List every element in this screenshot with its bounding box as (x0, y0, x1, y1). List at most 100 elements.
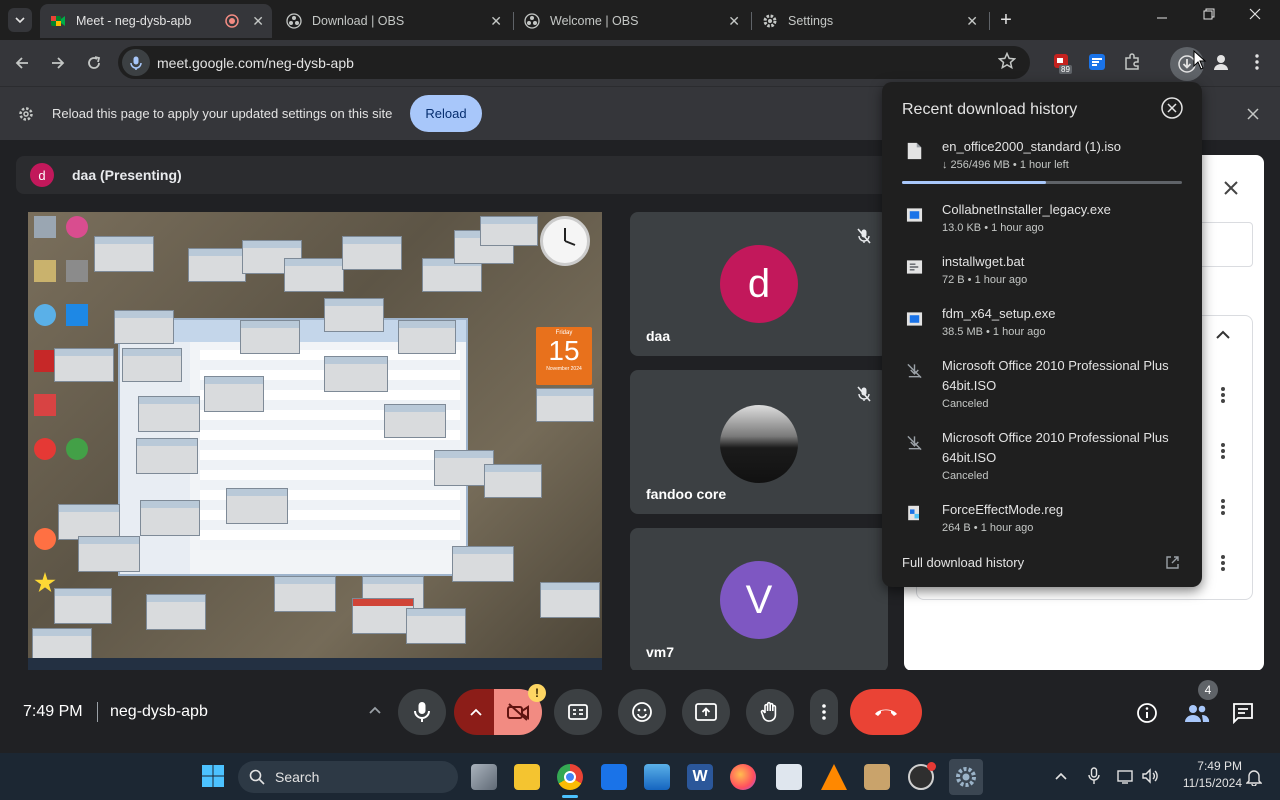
firefox-icon[interactable] (730, 764, 756, 790)
warning-icon: ! (535, 686, 539, 700)
infant-window (540, 582, 600, 618)
infant-window (146, 594, 206, 630)
presenting-label: daa (Presenting) (72, 167, 182, 183)
download-item[interactable]: Microsoft Office 2010 Professional Plus … (882, 428, 1202, 492)
reload-button[interactable]: Reload (410, 95, 482, 132)
tab-settings[interactable]: Settings ✕ (752, 4, 986, 38)
remote-desktop-icon[interactable] (776, 764, 802, 790)
captions-button[interactable] (554, 689, 602, 735)
download-status: Canceled (942, 398, 989, 410)
more-vertical-icon (1255, 54, 1259, 70)
file-icon (907, 142, 922, 160)
raise-hand-button[interactable] (746, 689, 794, 735)
reactions-button[interactable] (618, 689, 666, 735)
calendar-footer: November 2024 (546, 366, 582, 372)
microphone-icon[interactable] (1088, 767, 1100, 785)
participant-name: daa (646, 328, 671, 344)
download-item[interactable]: installwget.bat 72 B • 1 hour ago (882, 252, 1202, 296)
extension-button[interactable]: 89 (1052, 52, 1076, 76)
system-clock[interactable]: 7:49 PM 11/15/2024 (1172, 759, 1242, 795)
camera-warning-badge: ! (528, 684, 546, 702)
active-app-indicator (562, 795, 578, 798)
people-button[interactable] (1184, 702, 1210, 726)
volume-icon[interactable] (1141, 767, 1159, 785)
chat-button[interactable] (1232, 702, 1256, 726)
site-info-button[interactable] (122, 49, 150, 76)
network-icon[interactable] (1116, 767, 1134, 785)
download-item[interactable]: fdm_x64_setup.exe 38.5 MB • 1 hour ago (882, 304, 1202, 348)
close-infobar-button[interactable] (1244, 105, 1262, 123)
extension-button[interactable] (1087, 52, 1111, 76)
bookmark-button[interactable] (997, 51, 1020, 74)
task-view-icon[interactable] (471, 764, 497, 790)
download-filename: en_office2000_standard (1).iso (942, 139, 1121, 154)
close-panel-button[interactable] (1222, 179, 1242, 199)
remote-app-icon[interactable] (601, 764, 627, 790)
obs-icon (524, 13, 540, 29)
vlc-icon[interactable] (821, 764, 847, 790)
full-download-history-link[interactable]: Full download history (882, 550, 1202, 576)
video-options-button[interactable] (454, 689, 498, 735)
infant-window (274, 576, 336, 612)
start-button[interactable] (201, 764, 225, 788)
show-hidden-icons-button[interactable] (1054, 768, 1070, 784)
tab-welcome-obs[interactable]: Welcome | OBS ✕ (514, 4, 748, 38)
more-vertical-icon[interactable] (1220, 386, 1226, 404)
photos-icon[interactable] (644, 764, 670, 790)
close-tab-icon[interactable]: ✕ (252, 13, 264, 30)
forward-button[interactable] (45, 50, 71, 76)
download-status: 13.0 KB • 1 hour ago (942, 222, 1044, 234)
close-window-button[interactable] (1243, 5, 1267, 25)
taskbar-search[interactable]: Search (238, 761, 458, 793)
back-button[interactable] (9, 50, 35, 76)
minimize-button[interactable] (1150, 8, 1174, 28)
profile-button[interactable] (1211, 52, 1235, 76)
audio-options-button[interactable] (368, 702, 392, 726)
file-explorer-icon[interactable] (514, 764, 540, 790)
meeting-details-button[interactable] (1136, 702, 1160, 726)
registry-file-icon (908, 505, 919, 521)
close-download-popup-button[interactable] (1161, 97, 1183, 119)
chrome-icon[interactable] (557, 764, 583, 790)
settings-app-icon[interactable] (949, 759, 983, 795)
leave-call-button[interactable] (850, 689, 922, 735)
obs-icon (286, 13, 302, 29)
more-vertical-icon[interactable] (1220, 498, 1226, 516)
present-button[interactable] (682, 689, 730, 735)
download-item[interactable]: en_office2000_standard (1).iso ↓ 256/496… (882, 134, 1202, 190)
more-vertical-icon[interactable] (1220, 554, 1226, 572)
infant-window (324, 298, 384, 332)
tab-download-obs[interactable]: Download | OBS ✕ (276, 4, 510, 38)
download-item[interactable]: CollabnetInstaller_legacy.exe 13.0 KB • … (882, 200, 1202, 244)
tab-meet[interactable]: Meet - neg-dysb-apb ✕ (40, 4, 272, 38)
avatar: V (720, 561, 798, 639)
new-tab-button[interactable]: + (996, 10, 1016, 30)
word-icon[interactable]: W (687, 764, 713, 790)
browser-menu-button[interactable] (1249, 52, 1265, 76)
more-vertical-icon[interactable] (1220, 442, 1226, 460)
notification-bell-icon[interactable] (1246, 768, 1262, 786)
tab-title: Meet - neg-dysb-apb (76, 14, 192, 28)
microphone-button[interactable] (398, 689, 446, 735)
tab-search-button[interactable] (8, 8, 32, 32)
reload-page-button[interactable] (81, 50, 107, 76)
tab-title: Settings (788, 14, 834, 28)
windows-taskbar: Search W 7:49 PM 11/15/2024 (0, 753, 1280, 800)
extensions-menu-button[interactable] (1122, 52, 1146, 76)
chevron-up-icon[interactable] (1216, 330, 1230, 340)
download-item[interactable]: Microsoft Office 2010 Professional Plus … (882, 356, 1202, 420)
obs-icon[interactable] (908, 762, 936, 790)
minimize-icon (1157, 17, 1167, 19)
close-tab-icon[interactable]: ✕ (728, 13, 740, 30)
download-canceled-icon (907, 435, 922, 451)
download-filename: fdm_x64_setup.exe (942, 306, 1056, 321)
store-icon[interactable] (864, 764, 890, 790)
close-tab-icon[interactable]: ✕ (490, 13, 502, 30)
download-item[interactable]: ForceEffectMode.reg 264 B • 1 hour ago (882, 500, 1202, 544)
more-options-button[interactable] (810, 689, 838, 735)
participant-name: vm7 (646, 644, 675, 660)
address-bar[interactable]: meet.google.com/neg-dysb-apb (118, 46, 1030, 79)
infant-window (140, 500, 200, 536)
close-tab-icon[interactable]: ✕ (966, 13, 978, 30)
restore-button[interactable] (1197, 5, 1221, 25)
